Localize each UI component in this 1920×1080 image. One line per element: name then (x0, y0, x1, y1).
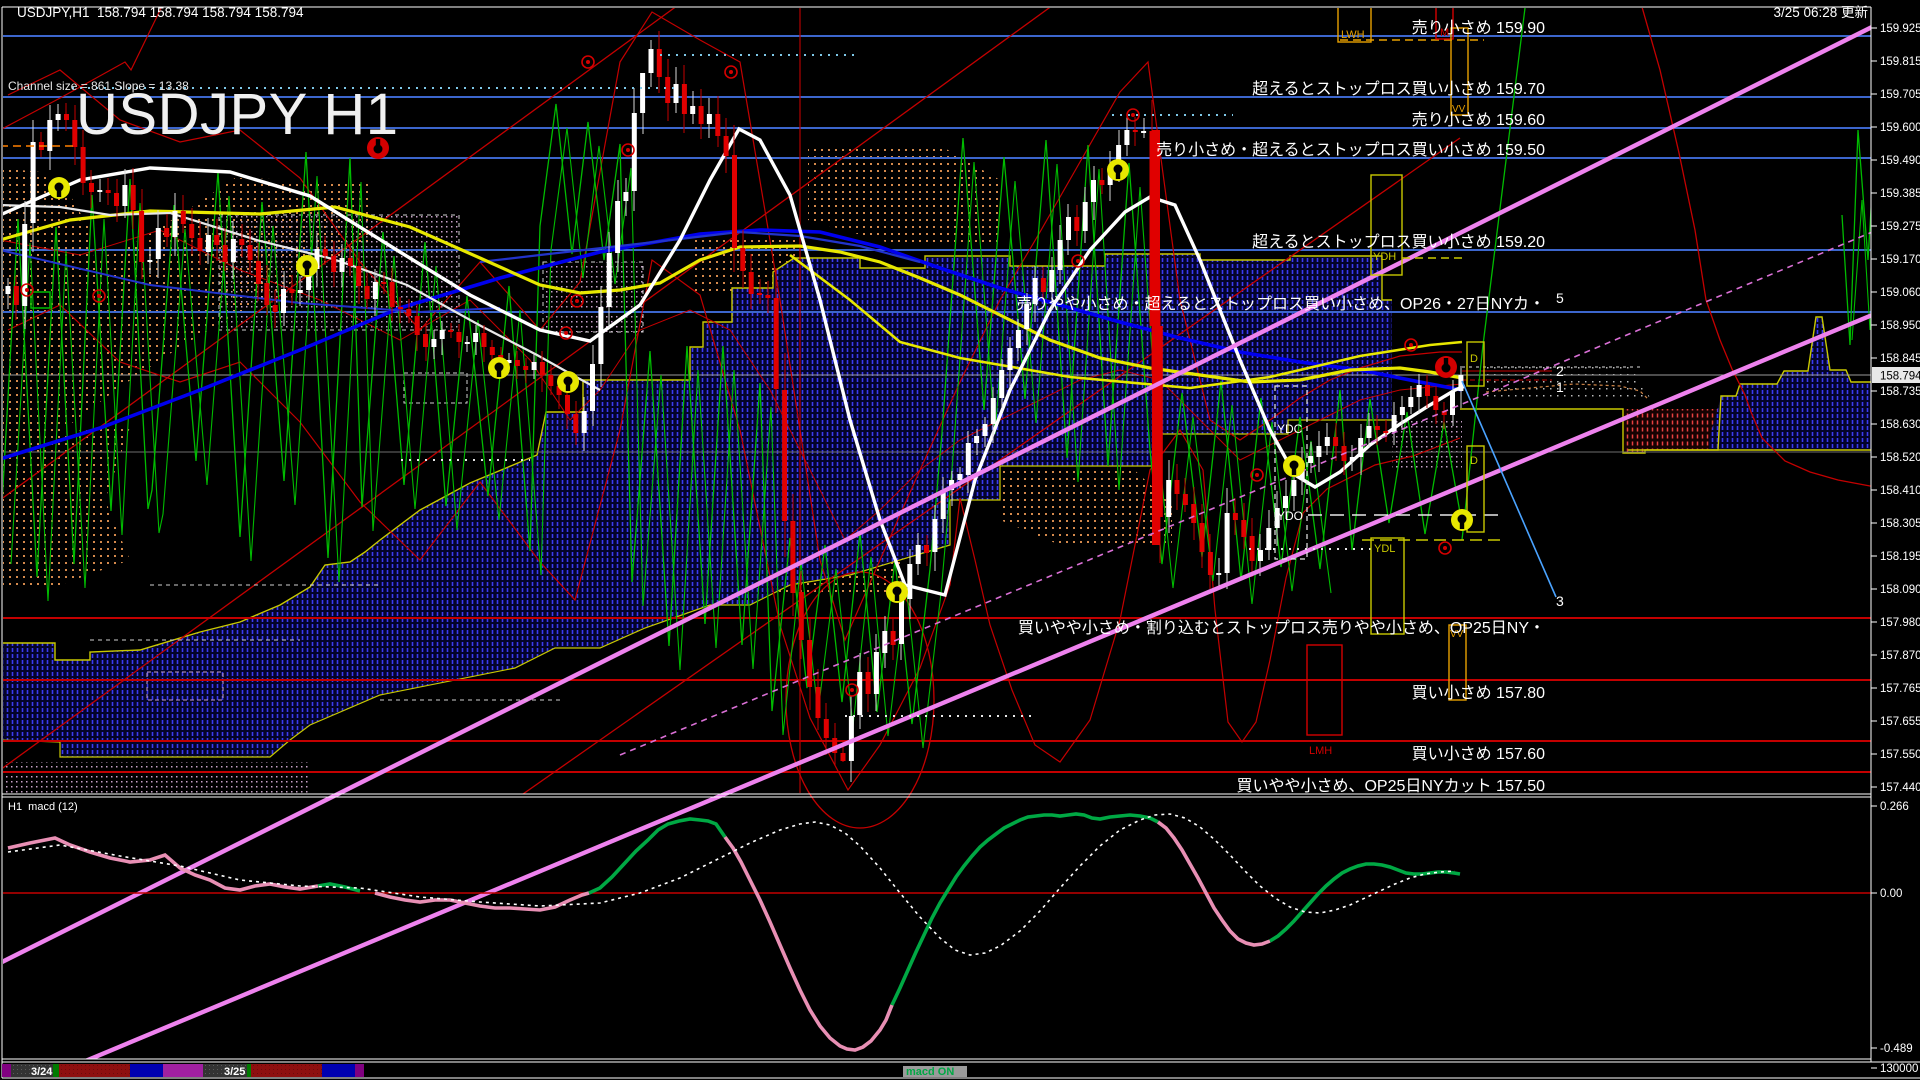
svg-text:D: D (1470, 353, 1478, 365)
svg-text:D: D (1470, 455, 1478, 467)
svg-text:157.980: 157.980 (1880, 617, 1920, 629)
svg-text:3: 3 (1556, 593, 1564, 609)
svg-text:5: 5 (1556, 290, 1564, 306)
svg-text:158.630: 158.630 (1880, 419, 1920, 431)
svg-text:買い小さめ 157.80: 買い小さめ 157.80 (1412, 684, 1545, 702)
svg-text:158.950: 158.950 (1880, 320, 1920, 332)
svg-text:157.765: 157.765 (1880, 683, 1920, 695)
svg-text:158.735: 158.735 (1880, 386, 1920, 398)
svg-text:158.195: 158.195 (1880, 551, 1920, 563)
svg-text:159.600: 159.600 (1880, 122, 1920, 134)
svg-text:130000: 130000 (1880, 1063, 1918, 1075)
svg-text:YDL: YDL (1374, 543, 1395, 555)
svg-text:買いやや小さめ・割り込むとストップロス売りやや小さめ、OP2: 買いやや小さめ・割り込むとストップロス売りやや小さめ、OP25日NY・ (1018, 619, 1545, 637)
svg-text:157.550: 157.550 (1880, 749, 1920, 761)
svg-text:超えるとストップロス買い小さめ 159.20: 超えるとストップロス買い小さめ 159.20 (1252, 233, 1545, 251)
svg-text:158.520: 158.520 (1880, 452, 1920, 464)
svg-text:159.275: 159.275 (1880, 221, 1920, 233)
svg-text:超えるとストップロス買い小さめ 159.70: 超えるとストップロス買い小さめ 159.70 (1252, 80, 1545, 98)
svg-text:買い小さめ 157.60: 買い小さめ 157.60 (1412, 745, 1545, 763)
svg-text:売り小さめ 159.60: 売り小さめ 159.60 (1412, 111, 1545, 129)
svg-text:-0.489: -0.489 (1880, 1043, 1913, 1055)
svg-text:2: 2 (1556, 363, 1564, 379)
svg-text:157.870: 157.870 (1880, 650, 1920, 662)
svg-text:LMH: LMH (1309, 745, 1332, 757)
svg-text:H1 macd (12): H1 macd (12) (8, 801, 78, 813)
svg-text:売り小さめ・超えるとストップロス買い小さめ 159.50: 売り小さめ・超えるとストップロス買い小さめ 159.50 (1156, 141, 1545, 159)
svg-text:YDC: YDC (1277, 422, 1303, 436)
svg-text:売り小さめ 159.90: 売り小さめ 159.90 (1412, 19, 1545, 37)
svg-text:3/25: 3/25 (224, 1066, 245, 1078)
svg-text:159.705: 159.705 (1880, 89, 1920, 101)
svg-text:売りやや小さめ・超えるとストップロス買い小さめ、OP26・2: 売りやや小さめ・超えるとストップロス買い小さめ、OP26・27日NYカ・ (1017, 295, 1545, 313)
svg-text:157.655: 157.655 (1880, 716, 1920, 728)
svg-text:macd ON: macd ON (906, 1066, 954, 1078)
svg-text:159.490: 159.490 (1880, 155, 1920, 167)
svg-text:159.925: 159.925 (1880, 23, 1920, 35)
svg-text:158.305: 158.305 (1880, 518, 1920, 530)
svg-text:158.794: 158.794 (1880, 371, 1920, 383)
svg-text:159.385: 159.385 (1880, 188, 1920, 200)
svg-text:0.00: 0.00 (1880, 888, 1902, 900)
svg-text:158.410: 158.410 (1880, 485, 1920, 497)
svg-text:158.090: 158.090 (1880, 584, 1920, 596)
svg-text:159.815: 159.815 (1880, 56, 1920, 68)
svg-text:Channel size = 861 Slope = 13.: Channel size = 861 Slope = 13.38 (8, 79, 189, 93)
svg-text:LWH: LWH (1341, 29, 1365, 41)
svg-text:159.060: 159.060 (1880, 287, 1920, 299)
svg-text:3/24: 3/24 (31, 1066, 53, 1078)
svg-text:157.440: 157.440 (1880, 782, 1920, 794)
svg-text:YDH: YDH (1373, 251, 1396, 263)
svg-text:1: 1 (1556, 379, 1564, 395)
svg-text:YDO: YDO (1277, 509, 1303, 523)
svg-text:158.845: 158.845 (1880, 353, 1920, 365)
svg-text:0.266: 0.266 (1880, 801, 1909, 813)
svg-text:買いやや小さめ、OP25日NYカット 157.50: 買いやや小さめ、OP25日NYカット 157.50 (1236, 777, 1545, 795)
svg-text:159.170: 159.170 (1880, 254, 1920, 266)
